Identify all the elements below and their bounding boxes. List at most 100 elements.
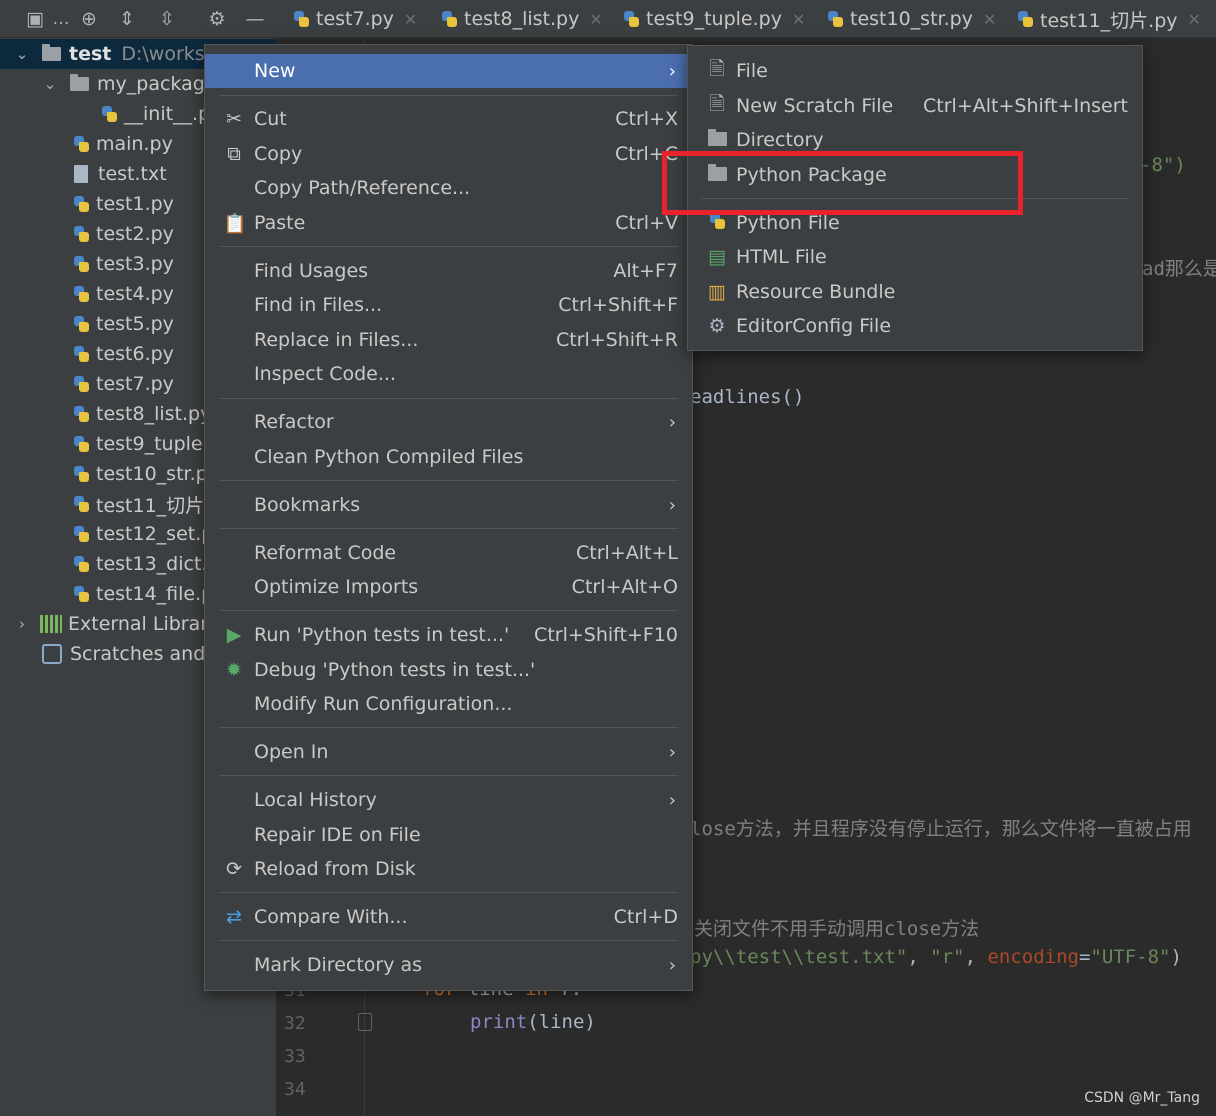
menu-item-refactor[interactable]: Refactor › bbox=[205, 405, 692, 439]
debug-bug-icon: ✹ bbox=[226, 659, 242, 681]
code-comment: 关闭文件不用手动调用close方法 bbox=[694, 918, 980, 940]
package-folder-icon bbox=[70, 74, 89, 91]
python-file-icon bbox=[292, 10, 310, 28]
python-file-icon bbox=[440, 10, 458, 28]
close-icon[interactable]: ✕ bbox=[792, 10, 805, 29]
collapse-all-icon[interactable]: ⇳ bbox=[154, 6, 180, 32]
run-icon: ▶ bbox=[226, 624, 242, 646]
tree-item-label: test10_str.p bbox=[96, 463, 208, 485]
python-file-icon bbox=[826, 10, 844, 28]
tree-item-label: test7.py bbox=[96, 373, 174, 395]
menu-item-shortcut: Alt+F7 bbox=[613, 260, 678, 282]
submenu-item-label: Resource Bundle bbox=[736, 281, 896, 303]
submenu-item-html-file[interactable]: ▤ HTML File bbox=[688, 240, 1142, 274]
minimize-icon[interactable]: — bbox=[242, 6, 268, 32]
menu-item-inspect-code[interactable]: Inspect Code... bbox=[205, 357, 692, 391]
tree-item-label: test1.py bbox=[96, 193, 174, 215]
chevron-down-icon[interactable]: ⌄ bbox=[14, 45, 30, 63]
menu-item-label: New bbox=[254, 60, 296, 82]
menu-item-run[interactable]: ▶ Run 'Python tests in test...' Ctrl+Shi… bbox=[205, 618, 692, 652]
tab-test9[interactable]: test9_tuple.py ✕ bbox=[622, 0, 805, 38]
menu-item-cut[interactable]: ✂ Cut Ctrl+X bbox=[205, 102, 692, 136]
menu-item-copy-path[interactable]: Copy Path/Reference... bbox=[205, 171, 692, 205]
close-icon[interactable]: ✕ bbox=[404, 10, 417, 29]
menu-item-shortcut: Ctrl+Shift+F bbox=[558, 294, 678, 316]
menu-item-optimize-imports[interactable]: Optimize Imports Ctrl+Alt+O bbox=[205, 570, 692, 604]
tree-item-label: test.txt bbox=[98, 163, 167, 185]
submenu-item-editorconfig[interactable]: ⚙ EditorConfig File bbox=[688, 309, 1142, 343]
menu-item-shortcut: Ctrl+X bbox=[615, 108, 678, 130]
folder-icon bbox=[42, 44, 61, 61]
menu-separator bbox=[219, 95, 678, 96]
tab-test11[interactable]: test11_切片.py ✕ bbox=[1016, 0, 1201, 38]
menu-item-shortcut: Ctrl+V bbox=[615, 212, 678, 234]
chevron-right-icon: › bbox=[668, 954, 676, 976]
menu-separator bbox=[219, 398, 678, 399]
menu-item-open-in[interactable]: Open In › bbox=[205, 735, 692, 769]
tree-item-label: External Librar bbox=[68, 613, 209, 635]
python-file-icon bbox=[72, 225, 90, 243]
python-file-icon bbox=[72, 465, 90, 483]
menu-item-compare-with[interactable]: ⇄ Compare With... Ctrl+D bbox=[205, 900, 692, 934]
menu-item-label: Paste bbox=[254, 212, 306, 234]
chevron-right-icon: › bbox=[668, 789, 676, 811]
tab-test7[interactable]: test7.py ✕ bbox=[292, 0, 417, 38]
submenu-item-scratch-file[interactable]: 🗎 New Scratch File Ctrl+Alt+Shift+Insert bbox=[688, 89, 1142, 123]
menu-separator bbox=[219, 610, 678, 611]
menu-item-repair-ide[interactable]: Repair IDE on File bbox=[205, 818, 692, 852]
scratch-file-icon: 🗎 bbox=[709, 93, 725, 115]
tab-label: test7.py bbox=[316, 8, 394, 30]
menu-item-reformat-code[interactable]: Reformat Code Ctrl+Alt+L bbox=[205, 536, 692, 570]
expand-all-icon[interactable]: ⇕ bbox=[114, 6, 140, 32]
menu-item-shortcut: Ctrl+Shift+F10 bbox=[534, 624, 678, 646]
menu-item-reload-from-disk[interactable]: ⟳ Reload from Disk bbox=[205, 852, 692, 886]
locate-icon[interactable]: ⊕ bbox=[76, 6, 102, 32]
submenu-item-label: EditorConfig File bbox=[736, 315, 892, 337]
submenu-item-resource-bundle[interactable]: ▥ Resource Bundle bbox=[688, 275, 1142, 309]
menu-item-clean-compiled[interactable]: Clean Python Compiled Files bbox=[205, 440, 692, 474]
menu-item-label: Reformat Code bbox=[254, 542, 397, 564]
project-view-icon[interactable]: ▣ bbox=[22, 6, 48, 32]
gear-icon[interactable]: ⚙ bbox=[204, 6, 230, 32]
tree-item-label: test3.py bbox=[96, 253, 174, 275]
menu-item-label: Run 'Python tests in test...' bbox=[254, 624, 510, 646]
menu-item-local-history[interactable]: Local History › bbox=[205, 783, 692, 817]
submenu-item-file[interactable]: 🗎 File bbox=[688, 54, 1142, 88]
menu-item-find-usages[interactable]: Find Usages Alt+F7 bbox=[205, 254, 692, 288]
close-icon[interactable]: ✕ bbox=[983, 10, 996, 29]
menu-item-find-in-files[interactable]: Find in Files... Ctrl+Shift+F bbox=[205, 288, 692, 322]
menu-item-replace-in-files[interactable]: Replace in Files... Ctrl+Shift+R bbox=[205, 323, 692, 357]
menu-item-label: Find in Files... bbox=[254, 294, 383, 316]
fold-marker-icon[interactable] bbox=[358, 1013, 372, 1031]
menu-item-new[interactable]: New › bbox=[205, 54, 692, 88]
code-fragment: ad那么是 bbox=[1142, 258, 1216, 280]
menu-item-paste[interactable]: 📋 Paste Ctrl+V bbox=[205, 206, 692, 240]
menu-item-mark-directory[interactable]: Mark Directory as › bbox=[205, 948, 692, 982]
code-line: print(line) bbox=[470, 1011, 596, 1033]
ellipsis-icon[interactable]: … bbox=[48, 6, 74, 32]
menu-item-debug[interactable]: ✹ Debug 'Python tests in test...' bbox=[205, 653, 692, 687]
menu-item-label: Debug 'Python tests in test...' bbox=[254, 659, 536, 681]
python-file-icon bbox=[72, 195, 90, 213]
menu-item-shortcut: Ctrl+D bbox=[613, 906, 678, 928]
menu-item-copy[interactable]: ⧉ Copy Ctrl+C bbox=[205, 137, 692, 171]
menu-item-bookmarks[interactable]: Bookmarks › bbox=[205, 488, 692, 522]
highlight-box bbox=[662, 151, 1023, 215]
close-icon[interactable]: ✕ bbox=[589, 10, 602, 29]
menu-item-shortcut: Ctrl+Alt+L bbox=[576, 542, 678, 564]
menu-item-modify-run-config[interactable]: Modify Run Configuration... bbox=[205, 687, 692, 721]
tab-test10[interactable]: test10_str.py ✕ bbox=[826, 0, 996, 38]
python-file-icon bbox=[1016, 10, 1034, 28]
line-number: 33 bbox=[284, 1046, 306, 1067]
chevron-right-icon[interactable]: › bbox=[14, 615, 30, 633]
chevron-right-icon: › bbox=[668, 411, 676, 433]
menu-separator bbox=[219, 480, 678, 481]
python-file-icon bbox=[622, 10, 640, 28]
submenu-item-label: File bbox=[736, 60, 768, 82]
tab-label: test11_切片.py bbox=[1040, 9, 1178, 32]
chevron-down-icon[interactable]: ⌄ bbox=[42, 75, 58, 93]
close-icon[interactable]: ✕ bbox=[1188, 10, 1201, 29]
line-number: 34 bbox=[284, 1079, 306, 1100]
menu-separator bbox=[219, 528, 678, 529]
tab-test8[interactable]: test8_list.py ✕ bbox=[440, 0, 603, 38]
